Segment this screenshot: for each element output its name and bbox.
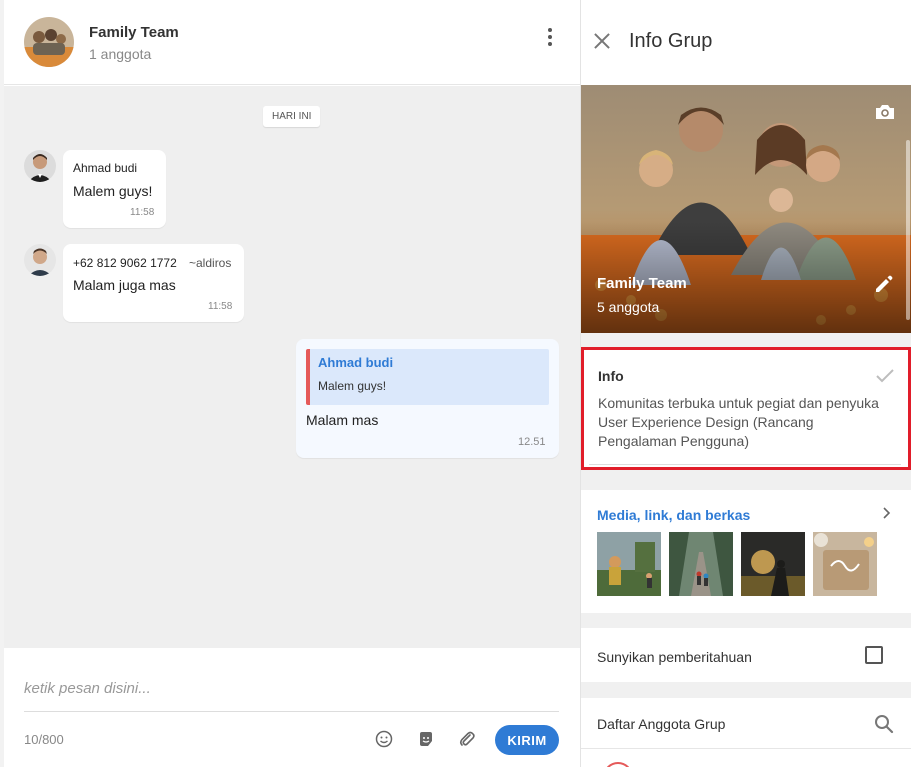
description-text[interactable]: Komunitas terbuka untuk pegiat dan penyu… (598, 394, 888, 451)
media-section: Media, link, dan berkas (581, 490, 911, 613)
sticker-icon[interactable] (416, 730, 436, 750)
quoted-sender: Ahmad budi (318, 355, 394, 370)
cover-group-name: Family Team (597, 275, 687, 292)
message-text: Malam juga mas (73, 277, 176, 293)
search-icon[interactable] (874, 714, 894, 739)
media-thumbnail[interactable] (669, 532, 733, 596)
chat-pane: Family Team 1 anggota HARI INI Ahmad bud… (0, 0, 580, 767)
message-sender-alias: ~aldiros (189, 256, 232, 270)
message-bubble: Ahmad budi Malem guys! 11:58 (63, 150, 166, 228)
scrollbar-thumb[interactable] (906, 140, 910, 320)
message-text: Malem guys! (73, 183, 153, 199)
chevron-right-icon[interactable] (882, 506, 892, 524)
message-list: HARI INI Ahmad budi Malem guys! 11:58 +6… (4, 86, 580, 648)
pencil-icon[interactable] (873, 273, 895, 300)
mute-notifications-row[interactable]: Sunyikan pemberitahuan (581, 628, 911, 682)
group-info-pane: Info Grup Family Team 5 anggota Info Kom… (580, 0, 911, 767)
composer: 10/800 KIRIM (4, 648, 580, 767)
member-avatar[interactable] (603, 762, 633, 767)
char-counter: 10/800 (24, 732, 64, 747)
message-time: 12.51 (518, 436, 546, 448)
mute-label: Sunyikan pemberitahuan (597, 649, 752, 665)
message-sender: Ahmad budi (73, 161, 138, 175)
media-thumbnail[interactable] (597, 532, 661, 596)
group-avatar[interactable] (24, 17, 74, 67)
message-bubble: +62 812 9062 1772 ~aldiros Malam juga ma… (63, 244, 244, 322)
paperclip-icon[interactable] (457, 730, 477, 750)
chat-member-count: 1 anggota (89, 46, 152, 62)
media-link-title[interactable]: Media, link, dan berkas (597, 507, 750, 523)
media-thumbnail[interactable] (813, 532, 877, 596)
own-message-bubble: Ahmad budi Malem guys! Malam mas 12.51 (296, 339, 559, 458)
group-description-card[interactable]: Info Komunitas terbuka untuk pegiat dan … (581, 347, 911, 470)
sender-avatar[interactable] (24, 244, 56, 276)
cover-member-count: 5 anggota (597, 299, 660, 315)
message-time: 11:58 (208, 301, 233, 312)
send-button[interactable]: KIRIM (495, 725, 559, 755)
day-separator: HARI INI (263, 106, 321, 127)
quoted-message[interactable]: Ahmad budi Malem guys! (306, 349, 549, 405)
members-label: Daftar Anggota Grup (597, 716, 726, 732)
description-label: Info (598, 368, 624, 384)
emoji-icon[interactable] (374, 730, 394, 750)
camera-icon[interactable] (874, 103, 896, 126)
check-icon[interactable] (875, 368, 895, 389)
description-underline (589, 464, 901, 465)
chat-header: Family Team 1 anggota (4, 0, 580, 85)
media-thumbnail[interactable] (741, 532, 805, 596)
sender-avatar[interactable] (24, 150, 56, 182)
kebab-menu-icon[interactable] (540, 28, 560, 48)
info-title: Info Grup (629, 30, 713, 52)
message-text: Malam mas (306, 412, 379, 428)
cover-image (581, 85, 911, 333)
info-header: Info Grup (581, 0, 911, 85)
app: Family Team 1 anggota HARI INI Ahmad bud… (0, 0, 911, 767)
members-section: Daftar Anggota Grup (581, 698, 911, 767)
mute-checkbox[interactable] (865, 646, 883, 664)
message-time: 11:58 (130, 207, 155, 218)
divider (581, 748, 911, 749)
message-sender: +62 812 9062 1772 (73, 256, 177, 270)
group-cover-photo: Family Team 5 anggota (581, 85, 911, 333)
quoted-text: Malem guys! (318, 379, 387, 393)
close-icon[interactable] (593, 32, 611, 50)
chat-title: Family Team (89, 24, 179, 41)
message-input[interactable] (24, 666, 559, 712)
